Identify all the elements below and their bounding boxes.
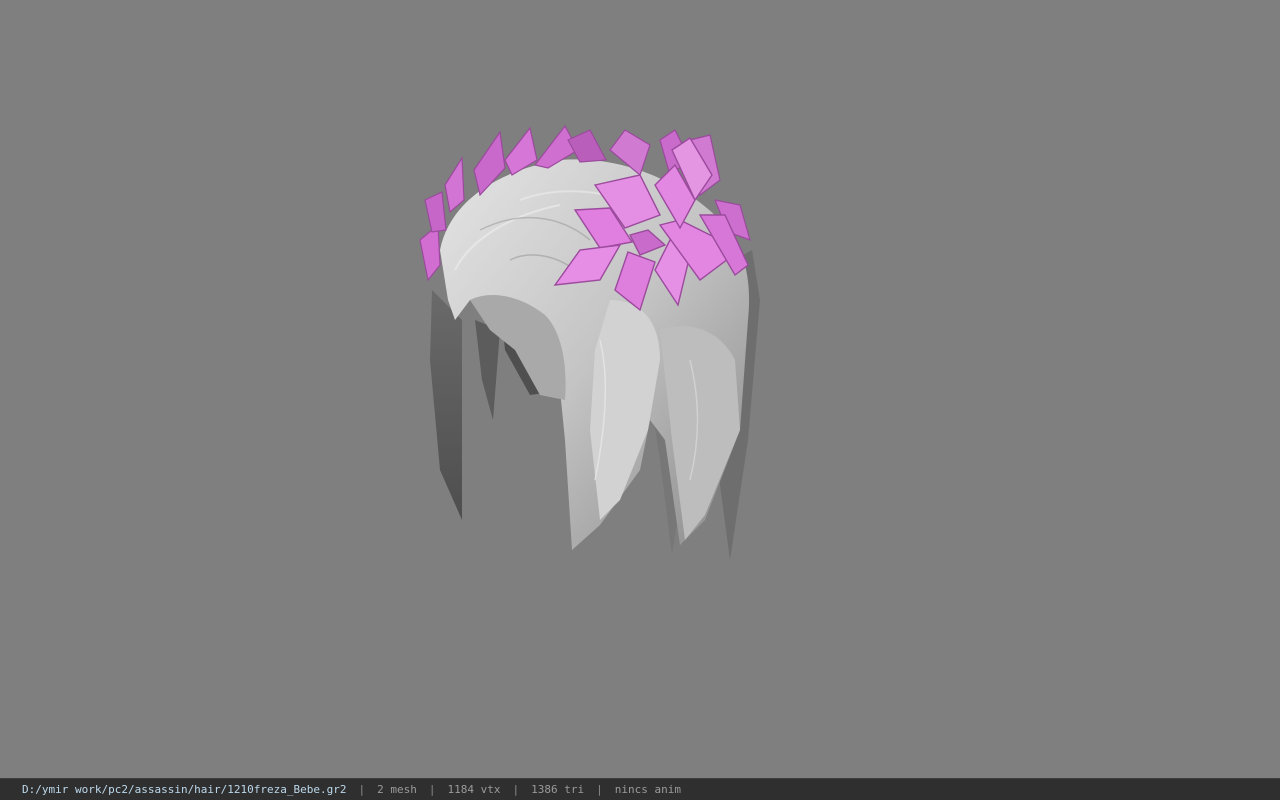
status-bar: D:/ymir work/pc2/assassin/hair/1210freza… — [0, 778, 1280, 800]
status-file-path: D:/ymir work/pc2/assassin/hair/1210freza… — [22, 783, 347, 796]
status-separator: | — [428, 783, 436, 796]
status-vertex-count: 1184 vtx — [447, 783, 501, 796]
3d-viewport[interactable] — [0, 0, 1280, 778]
status-triangle-count: 1386 tri — [531, 783, 585, 796]
status-separator: | — [358, 783, 366, 796]
status-separator: | — [512, 783, 520, 796]
status-mesh-count: 2 mesh — [377, 783, 417, 796]
status-separator: | — [596, 783, 603, 796]
status-animation: nincs anim — [614, 783, 681, 796]
hair-model-render — [419, 124, 760, 560]
